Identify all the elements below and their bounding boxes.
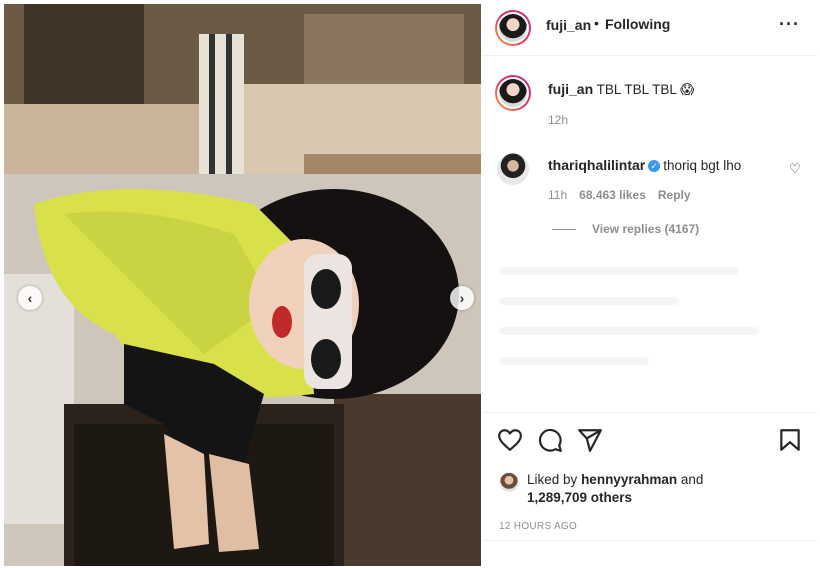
- author-username[interactable]: fuji_an: [546, 17, 591, 33]
- likes-others-count[interactable]: 1,289,709 others: [527, 490, 632, 505]
- liked-by-label: Liked by: [527, 472, 578, 487]
- separator-dot: •: [594, 15, 599, 31]
- verified-badge-icon: ✓: [648, 160, 661, 173]
- post-header: fuji_an • Following ···: [483, 4, 817, 56]
- liker-avatar[interactable]: [499, 472, 519, 492]
- photo-illustration: [4, 4, 481, 566]
- caption-body: TBL TBL TBL 😱: [596, 82, 695, 97]
- bookmark-icon[interactable]: [777, 427, 803, 453]
- comment-body: thoriq bgt lho: [663, 158, 742, 173]
- comment-meta: 11h 68.463 likes Reply: [548, 188, 691, 202]
- commenter-username[interactable]: thariqhalilintar: [548, 157, 645, 173]
- comment: thariqhalilintar ✓ thoriq bgt lho: [548, 157, 741, 173]
- divider: [483, 540, 817, 541]
- caption: fuji_an TBL TBL TBL 😱: [548, 81, 694, 98]
- reply-button[interactable]: Reply: [658, 188, 691, 202]
- post-timestamp[interactable]: 12 HOURS AGO: [499, 521, 577, 532]
- replies-divider: [552, 229, 576, 230]
- comment-icon[interactable]: [537, 427, 563, 453]
- post-actions: Liked by hennyyrahman and 1,289,709 othe…: [483, 412, 817, 542]
- comment-like-heart-icon[interactable]: ♡: [789, 161, 801, 177]
- commenter-avatar[interactable]: [497, 153, 529, 185]
- share-icon[interactable]: [577, 427, 603, 453]
- view-replies-button[interactable]: View replies (4167): [592, 222, 699, 236]
- loading-comments-placeholder: [499, 267, 799, 407]
- caption-username[interactable]: fuji_an: [548, 81, 593, 97]
- likes-summary: Liked by hennyyrahman and 1,289,709 othe…: [499, 471, 703, 507]
- likes-and-label: and: [680, 472, 704, 487]
- heart-icon[interactable]: [497, 427, 523, 453]
- next-photo-button[interactable]: ›: [450, 286, 474, 310]
- previous-photo-button[interactable]: ‹: [18, 286, 42, 310]
- comment-time[interactable]: 11h: [548, 188, 567, 202]
- post-modal: ‹ › fuji_an • Following ··· fuji_an TBL …: [0, 0, 820, 568]
- more-horizontal-icon[interactable]: ···: [779, 14, 800, 35]
- liker-username[interactable]: hennyyrahman: [581, 472, 677, 487]
- chevron-right-icon: ›: [459, 290, 465, 306]
- caption-avatar[interactable]: [495, 75, 531, 111]
- post-details-panel: fuji_an • Following ··· fuji_an TBL TBL …: [483, 4, 817, 566]
- comments-list[interactable]: fuji_an TBL TBL TBL 😱 12h thariqhalilint…: [483, 57, 817, 412]
- comment-likes[interactable]: 68.463 likes: [579, 188, 646, 202]
- following-button[interactable]: Following: [605, 16, 670, 32]
- chevron-left-icon: ‹: [27, 290, 33, 306]
- caption-time[interactable]: 12h: [548, 113, 568, 127]
- author-avatar[interactable]: [495, 10, 531, 46]
- post-photo[interactable]: ‹ ›: [4, 4, 481, 566]
